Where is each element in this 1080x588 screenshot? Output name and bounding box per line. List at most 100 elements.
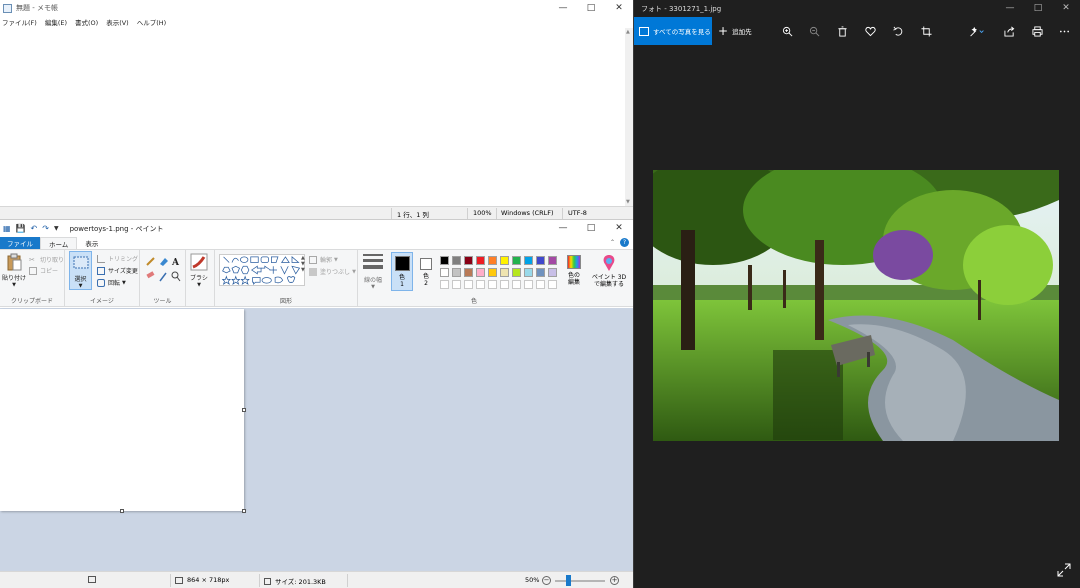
customize-chevron-icon[interactable]: ▼ <box>54 225 59 232</box>
palette-swatch[interactable] <box>488 256 497 265</box>
palette-swatch[interactable] <box>476 256 485 265</box>
paint3d-button[interactable]: ペイント 3D で編集する <box>589 252 629 298</box>
palette-swatch[interactable] <box>452 256 461 265</box>
close-button[interactable]: ✕ <box>605 220 633 236</box>
collapse-ribbon-icon[interactable]: ⌃ <box>610 239 615 246</box>
scroll-down-icon[interactable]: ▼ <box>626 199 630 205</box>
shapes-gallery[interactable] <box>219 254 305 286</box>
minimize-button[interactable]: — <box>549 220 577 236</box>
menu-view[interactable]: 表示(V) <box>106 17 129 27</box>
minimize-button[interactable]: — <box>549 0 577 16</box>
crop-icon[interactable] <box>918 23 934 39</box>
palette-swatch[interactable] <box>524 256 533 265</box>
palette-swatch[interactable] <box>476 268 485 277</box>
canvas-area[interactable] <box>0 308 633 571</box>
fill-icon <box>160 258 168 266</box>
undo-icon[interactable]: ↶ <box>31 224 38 233</box>
print-icon[interactable] <box>1029 23 1045 39</box>
palette-swatch[interactable] <box>536 268 545 277</box>
palette-swatch-custom[interactable] <box>440 280 449 289</box>
palette-swatch[interactable] <box>500 268 509 277</box>
rotate-icon[interactable] <box>890 23 906 39</box>
palette-swatch[interactable] <box>548 268 557 277</box>
palette-swatch-custom[interactable] <box>524 280 533 289</box>
copy-button[interactable]: コピー <box>29 266 58 275</box>
palette-swatch-custom[interactable] <box>452 280 461 289</box>
palette-swatch[interactable] <box>464 268 473 277</box>
add-to-button[interactable]: + 追加先 <box>718 17 752 45</box>
palette-swatch[interactable] <box>524 268 533 277</box>
color2-swatch <box>420 258 432 270</box>
tab-view[interactable]: 表示 <box>77 237 106 249</box>
palette-swatch-custom[interactable] <box>548 280 557 289</box>
palette-swatch[interactable] <box>452 268 461 277</box>
maximize-button[interactable]: □ <box>577 220 605 236</box>
palette-swatch[interactable] <box>488 268 497 277</box>
help-icon[interactable]: ? <box>620 238 629 247</box>
resize-handle-right[interactable] <box>242 408 246 412</box>
more-icon[interactable] <box>1056 23 1072 39</box>
size-button[interactable]: 線の幅 ▼ <box>360 254 386 294</box>
rotate-button[interactable]: 回転 ▼ <box>97 278 126 287</box>
menu-file[interactable]: ファイル(F) <box>2 17 37 27</box>
delete-icon[interactable] <box>834 23 850 39</box>
zoom-out-button[interactable]: − <box>542 576 551 585</box>
zoom-slider-track[interactable] <box>555 580 605 582</box>
see-all-photos-button[interactable]: すべての写真を見る <box>634 17 712 45</box>
heart-icon[interactable] <box>862 23 878 39</box>
maximize-button[interactable]: □ <box>577 0 605 16</box>
notepad-vertical-scrollbar[interactable]: ▲ ▼ <box>625 28 633 206</box>
shapes-scroll[interactable]: ▲ ▼ ▼ <box>301 255 305 273</box>
palette-swatch[interactable] <box>464 256 473 265</box>
brushes-button[interactable]: ブラシ ▼ <box>190 253 208 288</box>
edit-icon[interactable] <box>966 23 988 39</box>
palette-swatch-custom[interactable] <box>512 280 521 289</box>
palette-swatch-custom[interactable] <box>500 280 509 289</box>
edit-colors-button[interactable]: 色の 編集 <box>563 252 585 292</box>
zoom-in-button[interactable]: + <box>610 576 619 585</box>
palette-swatch-custom[interactable] <box>536 280 545 289</box>
palette-swatch[interactable] <box>512 268 521 277</box>
palette-swatch[interactable] <box>440 256 449 265</box>
resize-handle-corner[interactable] <box>242 509 246 513</box>
palette-swatch-custom[interactable] <box>464 280 473 289</box>
zoom-out-icon[interactable] <box>806 23 822 39</box>
close-button[interactable]: ✕ <box>605 0 633 16</box>
fullscreen-icon[interactable] <box>1057 563 1071 577</box>
menu-edit[interactable]: 編集(E) <box>45 17 67 27</box>
maximize-button[interactable]: □ <box>1024 0 1052 16</box>
menu-format[interactable]: 書式(O) <box>75 17 98 27</box>
notepad-text-area[interactable] <box>0 28 625 206</box>
zoom-slider-thumb[interactable] <box>566 575 571 586</box>
tab-file[interactable]: ファイル <box>0 237 40 249</box>
drawing-canvas[interactable] <box>0 309 244 511</box>
minimize-button[interactable]: — <box>996 0 1024 16</box>
crop-button[interactable]: トリミング <box>97 254 138 263</box>
outline-button[interactable]: 輪郭 ▼ <box>309 255 338 264</box>
palette-swatch[interactable] <box>512 256 521 265</box>
palette-swatch[interactable] <box>536 256 545 265</box>
selection-icon <box>88 576 96 583</box>
scroll-up-icon[interactable]: ▲ <box>626 29 630 35</box>
color2-button[interactable]: 色 2 <box>416 252 436 291</box>
palette-swatch[interactable] <box>500 256 509 265</box>
zoom-in-icon[interactable] <box>779 23 795 39</box>
close-button[interactable]: ✕ <box>1052 0 1080 16</box>
palette-swatch-custom[interactable] <box>476 280 485 289</box>
palette-swatch[interactable] <box>548 256 557 265</box>
palette-swatch[interactable] <box>440 268 449 277</box>
palette-swatch-custom[interactable] <box>488 280 497 289</box>
tab-home[interactable]: ホーム <box>40 237 78 249</box>
share-icon[interactable] <box>1001 23 1017 39</box>
resize-button[interactable]: サイズ変更 <box>97 266 138 275</box>
redo-icon[interactable]: ↷ <box>42 224 49 233</box>
color1-button[interactable]: 色 1 <box>391 252 413 291</box>
cut-button[interactable]: ✂ 切り取り <box>29 255 64 265</box>
fill-button[interactable]: 塗りつぶし ▼ <box>309 267 356 276</box>
select-button[interactable]: 選択 ▼ <box>69 251 92 290</box>
resize-handle-bottom[interactable] <box>120 509 124 513</box>
paste-button[interactable]: 貼り付け ▼ <box>2 253 26 288</box>
brushes-group[interactable]: ブラシ ▼ <box>186 250 215 307</box>
save-icon[interactable]: 💾 <box>16 224 26 233</box>
menu-help[interactable]: ヘルプ(H) <box>137 17 166 27</box>
